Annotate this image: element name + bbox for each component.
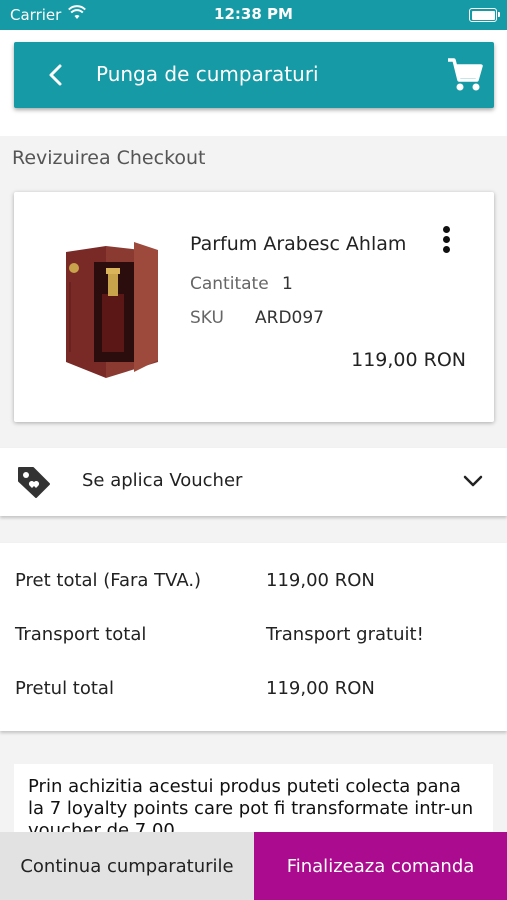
back-arrow-icon[interactable] bbox=[44, 62, 68, 88]
sku-label: SKU bbox=[190, 308, 224, 328]
sku-value: ARD097 bbox=[255, 308, 324, 328]
chevron-down-icon bbox=[463, 475, 483, 487]
cart-icon[interactable] bbox=[446, 57, 484, 93]
total-label: Pretul total bbox=[15, 678, 114, 699]
total-value: Transport gratuit! bbox=[266, 624, 424, 645]
finalize-order-button[interactable]: Finalizeaza comanda bbox=[254, 832, 507, 900]
total-label: Pret total (Fara TVA.) bbox=[15, 570, 202, 591]
total-label: Transport total bbox=[15, 624, 147, 645]
product-name: Parfum Arabesc Ahlam bbox=[190, 233, 407, 255]
voucher-label: Se aplica Voucher bbox=[82, 470, 243, 491]
total-value: 119,00 RON bbox=[266, 678, 375, 699]
section-title: Revizuirea Checkout bbox=[12, 147, 206, 169]
product-price: 119,00 RON bbox=[351, 349, 466, 371]
total-value: 119,00 RON bbox=[266, 570, 375, 591]
battery-icon bbox=[469, 8, 500, 22]
quantity-value: 1 bbox=[282, 274, 293, 294]
total-row-grand: Pretul total 119,00 RON bbox=[0, 678, 507, 708]
total-row-shipping: Transport total Transport gratuit! bbox=[0, 624, 507, 654]
more-vertical-icon[interactable] bbox=[438, 224, 454, 258]
page-title: Punga de cumparaturi bbox=[96, 62, 319, 86]
product-image bbox=[66, 242, 158, 378]
status-time: 12:38 PM bbox=[214, 5, 293, 23]
bottom-action-bar: Continua cumparaturile Finalizeaza coman… bbox=[0, 832, 507, 900]
totals-panel: Pret total (Fara TVA.) 119,00 RON Transp… bbox=[0, 543, 507, 731]
quantity-label: Cantitate bbox=[190, 274, 269, 294]
app-bar: Punga de cumparaturi bbox=[14, 42, 494, 108]
status-bar: Carrier 12:38 PM bbox=[0, 0, 507, 30]
total-row-net: Pret total (Fara TVA.) 119,00 RON bbox=[0, 570, 507, 600]
tag-icon bbox=[18, 467, 50, 498]
product-card[interactable]: Parfum Arabesc Ahlam Cantitate 1 SKU ARD… bbox=[14, 192, 494, 422]
continue-shopping-button[interactable]: Continua cumparaturile bbox=[0, 832, 254, 900]
voucher-toggle[interactable]: Se aplica Voucher bbox=[0, 448, 507, 516]
